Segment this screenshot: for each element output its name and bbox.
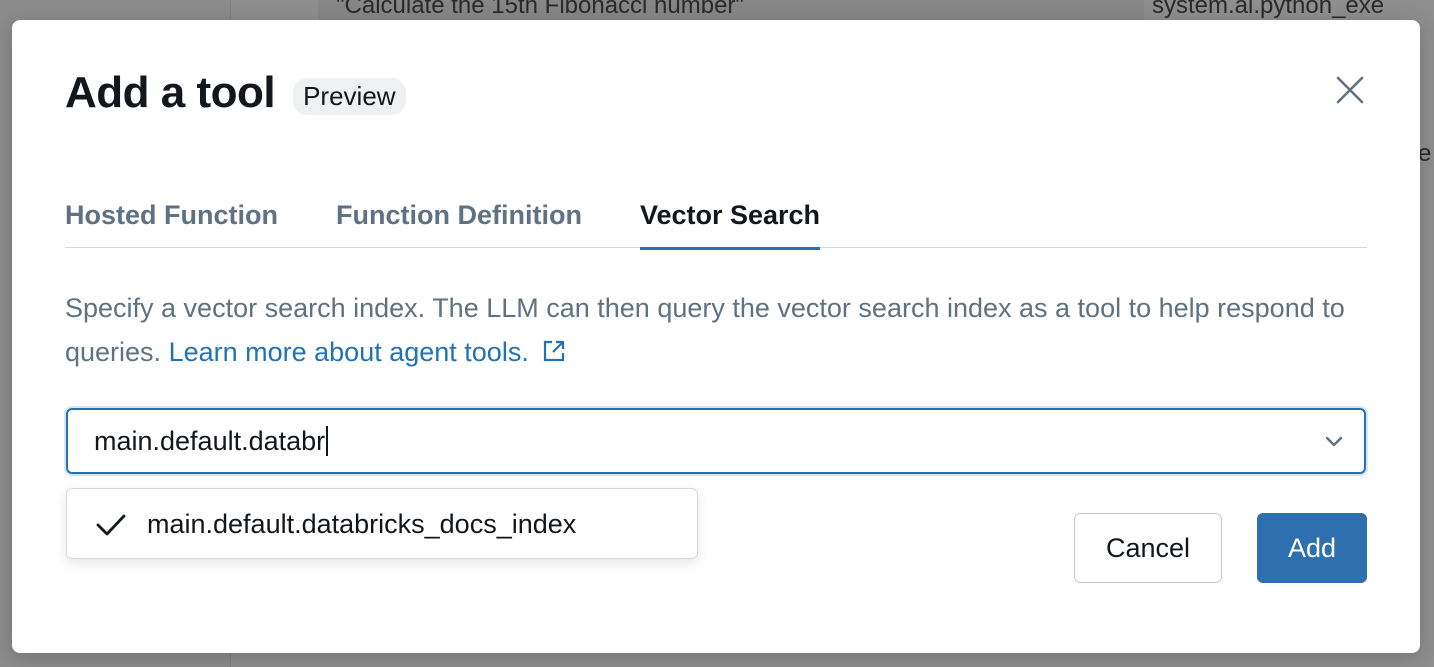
add-button[interactable]: Add [1257,513,1367,583]
check-icon [96,514,126,535]
modal-header: Add a tool Preview [65,68,406,118]
chevron-down-icon[interactable] [1324,434,1344,448]
close-button[interactable] [1332,72,1368,108]
vector-index-input-value: main.default.databr [94,425,326,456]
tab-hosted-function[interactable]: Hosted Function [65,190,278,248]
background-edge-text: e [1418,140,1432,167]
tab-function-definition[interactable]: Function Definition [336,190,582,248]
text-caret [326,426,329,456]
learn-more-label: Learn more about agent tools. [168,337,529,367]
index-dropdown-menu: main.default.databricks_docs_index [66,488,698,559]
background-function-text: system.ai.python_exe [1152,0,1385,19]
cancel-button[interactable]: Cancel [1074,513,1222,583]
dropdown-option[interactable]: main.default.databricks_docs_index [67,489,697,560]
dropdown-option-label: main.default.databricks_docs_index [147,509,577,539]
vector-index-input[interactable]: main.default.databr [66,408,1366,474]
preview-badge: Preview [293,77,406,115]
background-code-text: "Calculate the 15th Fibonacci number" [336,0,744,19]
tab-description: Specify a vector search index. The LLM c… [65,286,1365,374]
tab-vector-search[interactable]: Vector Search [639,190,821,250]
learn-more-link[interactable]: Learn more about agent tools. [169,337,567,367]
modal-title: Add a tool [65,68,276,117]
close-icon [1336,76,1364,104]
tool-type-tabs: Hosted Function Function Definition Vect… [65,190,1367,250]
external-link-icon [544,340,565,362]
add-tool-modal: Add a tool Preview Hosted Function Funct… [12,20,1420,653]
